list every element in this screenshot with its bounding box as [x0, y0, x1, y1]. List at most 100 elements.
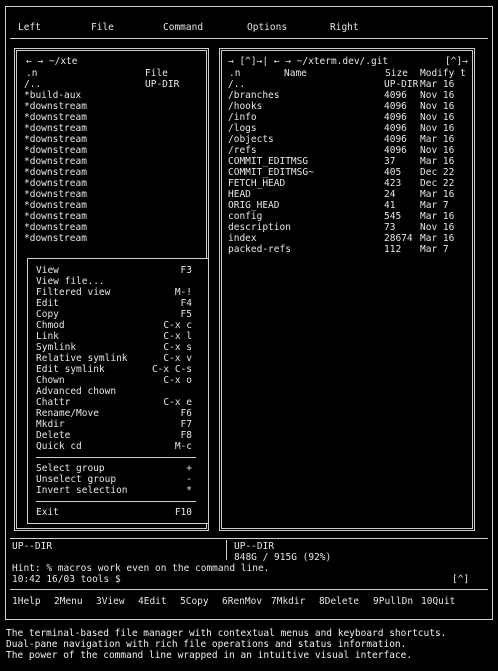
right-panel-title[interactable]: → [^]→| ← → ~/xterm.dev/.git — [228, 56, 389, 67]
command-prompt[interactable]: 10:42 16/03 tools $ — [12, 574, 121, 585]
fkey-mkdir-button[interactable]: 7Mkdir — [271, 596, 305, 607]
fkey-edit-button[interactable]: 4Edit — [138, 596, 167, 607]
fkey-quit-button[interactable]: 10Quit — [421, 596, 455, 607]
menu-item[interactable]: Relative symlink C-x v — [36, 353, 194, 364]
right-col-name[interactable]: Name — [284, 68, 307, 79]
menu-item[interactable]: Edit symlink C-x C-s — [36, 364, 194, 375]
right-file-row[interactable]: packed-refs 112 Mar 7 — [228, 244, 468, 255]
left-col-n[interactable]: .n — [26, 68, 37, 79]
fkey-label: Mkdir — [276, 596, 306, 607]
left-file-row[interactable]: *downstream — [24, 156, 204, 167]
left-file-row[interactable]: *downstream — [24, 123, 204, 134]
fkey-help-button[interactable]: 1Help — [12, 596, 41, 607]
menu-item[interactable]: Copy F5 — [36, 309, 194, 320]
menu-item-shortcut: * — [186, 485, 192, 496]
left-file-row[interactable]: *downstream — [24, 189, 204, 200]
left-file-row[interactable]: *downstream — [24, 178, 204, 189]
fkey-menu-button[interactable]: 2Menu — [54, 596, 83, 607]
menu-item-shortcut: F6 — [180, 408, 192, 419]
menu-item-shortcut: C-x C-s — [151, 364, 192, 375]
file-name: /.. — [228, 79, 246, 90]
right-file-row[interactable]: description 73 Nov 16 — [228, 222, 468, 233]
menu-item[interactable]: Invert selection * — [36, 485, 194, 496]
menu-item[interactable]: Filtered view M-! — [36, 287, 194, 298]
menu-item[interactable]: Unselect group - — [36, 474, 194, 485]
left-file-row[interactable]: *downstream — [24, 112, 204, 123]
right-file-row[interactable]: config 545 Mar 16 — [228, 211, 468, 222]
left-file-row[interactable]: *downstream — [24, 222, 204, 233]
caption-line-3: The power of the command line wrapped in… — [6, 650, 413, 661]
left-file-row[interactable]: *downstream — [24, 211, 204, 222]
menu-item-shortcut: C-x l — [163, 331, 192, 342]
left-col-file[interactable]: File — [145, 68, 168, 79]
menu-item[interactable]: Advanced chown — [36, 386, 194, 397]
fkey-divider — [10, 589, 488, 590]
right-file-row[interactable]: /objects 4096 Mar 16 — [228, 134, 468, 145]
right-file-row[interactable]: COMMIT_EDITMSG 37 Mar 16 — [228, 156, 468, 167]
fkey-copy-button[interactable]: 5Copy — [180, 596, 209, 607]
menu-item[interactable]: Select group + — [36, 463, 194, 474]
right-panel-corner[interactable]: [^]→ — [445, 56, 468, 67]
right-file-row[interactable]: /logs 4096 Nov 16 — [228, 123, 468, 134]
menu-item[interactable]: Chown C-x o — [36, 375, 194, 386]
left-panel-title[interactable]: ← → ~/xte — [26, 56, 78, 67]
menu-item[interactable]: Link C-x l — [36, 331, 194, 342]
left-file-row[interactable]: *downstream — [24, 167, 204, 178]
menu-command[interactable]: Command — [163, 22, 203, 33]
menu-item[interactable]: Chattr C-x e — [36, 397, 194, 408]
fkey-pulldn-button[interactable]: 9PullDn — [373, 596, 413, 607]
file-name: *downstream — [24, 200, 87, 211]
left-file-row[interactable]: *downstream — [24, 200, 204, 211]
right-col-modify[interactable]: Modify t — [420, 68, 466, 79]
left-file-row[interactable]: *downstream — [24, 233, 204, 244]
menu-item-shortcut: C-x c — [163, 320, 192, 331]
fkey-renmov-button[interactable]: 6RenMov — [222, 596, 262, 607]
file-name: *downstream — [24, 178, 87, 189]
file-name: *downstream — [24, 189, 87, 200]
right-file-row[interactable]: /info 4096 Nov 16 — [228, 112, 468, 123]
command-history-button[interactable]: [^] — [452, 574, 469, 585]
menu-item[interactable]: Delete F8 — [36, 430, 194, 441]
menu-item-label: Advanced chown — [36, 386, 117, 397]
left-file-row[interactable]: *downstream — [24, 134, 204, 145]
menu-left[interactable]: Left — [18, 22, 41, 33]
left-file-row[interactable]: *build-aux — [24, 90, 204, 101]
right-file-row[interactable]: COMMIT_EDITMSG~ 405 Dec 22 — [228, 167, 468, 178]
right-file-row[interactable]: FETCH_HEAD 423 Dec 22 — [228, 178, 468, 189]
menu-item[interactable]: View F3 — [36, 265, 194, 276]
menu-options[interactable]: Options — [247, 22, 287, 33]
menu-right[interactable]: Right — [330, 22, 359, 33]
menu-item[interactable]: Symlink C-x s — [36, 342, 194, 353]
menu-item[interactable]: View file... — [36, 276, 194, 287]
left-file-row[interactable]: *downstream — [24, 145, 204, 156]
right-file-row[interactable]: HEAD 24 Mar 16 — [228, 189, 468, 200]
file-name: COMMIT_EDITMSG~ — [228, 167, 314, 178]
menu-item-shortcut: F3 — [180, 265, 192, 276]
right-file-row[interactable]: ORIG_HEAD 41 Mar 7 — [228, 200, 468, 211]
right-col-size[interactable]: Size — [385, 68, 408, 79]
right-col-n[interactable]: .n — [229, 68, 240, 79]
right-file-row[interactable]: /branches 4096 Nov 16 — [228, 90, 468, 101]
right-file-row[interactable]: index 28674 Mar 16 — [228, 233, 468, 244]
left-file-row[interactable]: *downstream — [24, 101, 204, 112]
file-size: 4096 — [384, 134, 407, 145]
menu-item[interactable]: Mkdir F7 — [36, 419, 194, 430]
caption-line-2: Dual-pane navigation with rich file oper… — [6, 639, 407, 650]
right-file-row[interactable]: /.. UP-DIR Mar 16 — [228, 79, 468, 90]
menu-item-shortcut: F8 — [180, 430, 192, 441]
fkey-delete-button[interactable]: 8Delete — [319, 596, 359, 607]
right-file-row[interactable]: /hooks 4096 Nov 16 — [228, 101, 468, 112]
menu-item[interactable]: Edit F4 — [36, 298, 194, 309]
file-size: 4096 — [384, 90, 407, 101]
fkey-view-button[interactable]: 3View — [96, 596, 125, 607]
menu-file[interactable]: File — [91, 22, 114, 33]
file-name: ORIG_HEAD — [228, 200, 280, 211]
right-file-row[interactable]: /refs 4096 Nov 16 — [228, 145, 468, 156]
menu-item-label: Symlink — [36, 342, 77, 353]
menu-item[interactable]: Exit F10 — [36, 507, 194, 518]
menu-item[interactable]: Rename/Move F6 — [36, 408, 194, 419]
left-file-row[interactable]: /.. UP-DIR — [24, 79, 204, 90]
menu-item[interactable]: Chmod C-x c — [36, 320, 194, 331]
file-name: *downstream — [24, 233, 87, 244]
menu-item[interactable]: Quick cd M-c — [36, 441, 194, 452]
